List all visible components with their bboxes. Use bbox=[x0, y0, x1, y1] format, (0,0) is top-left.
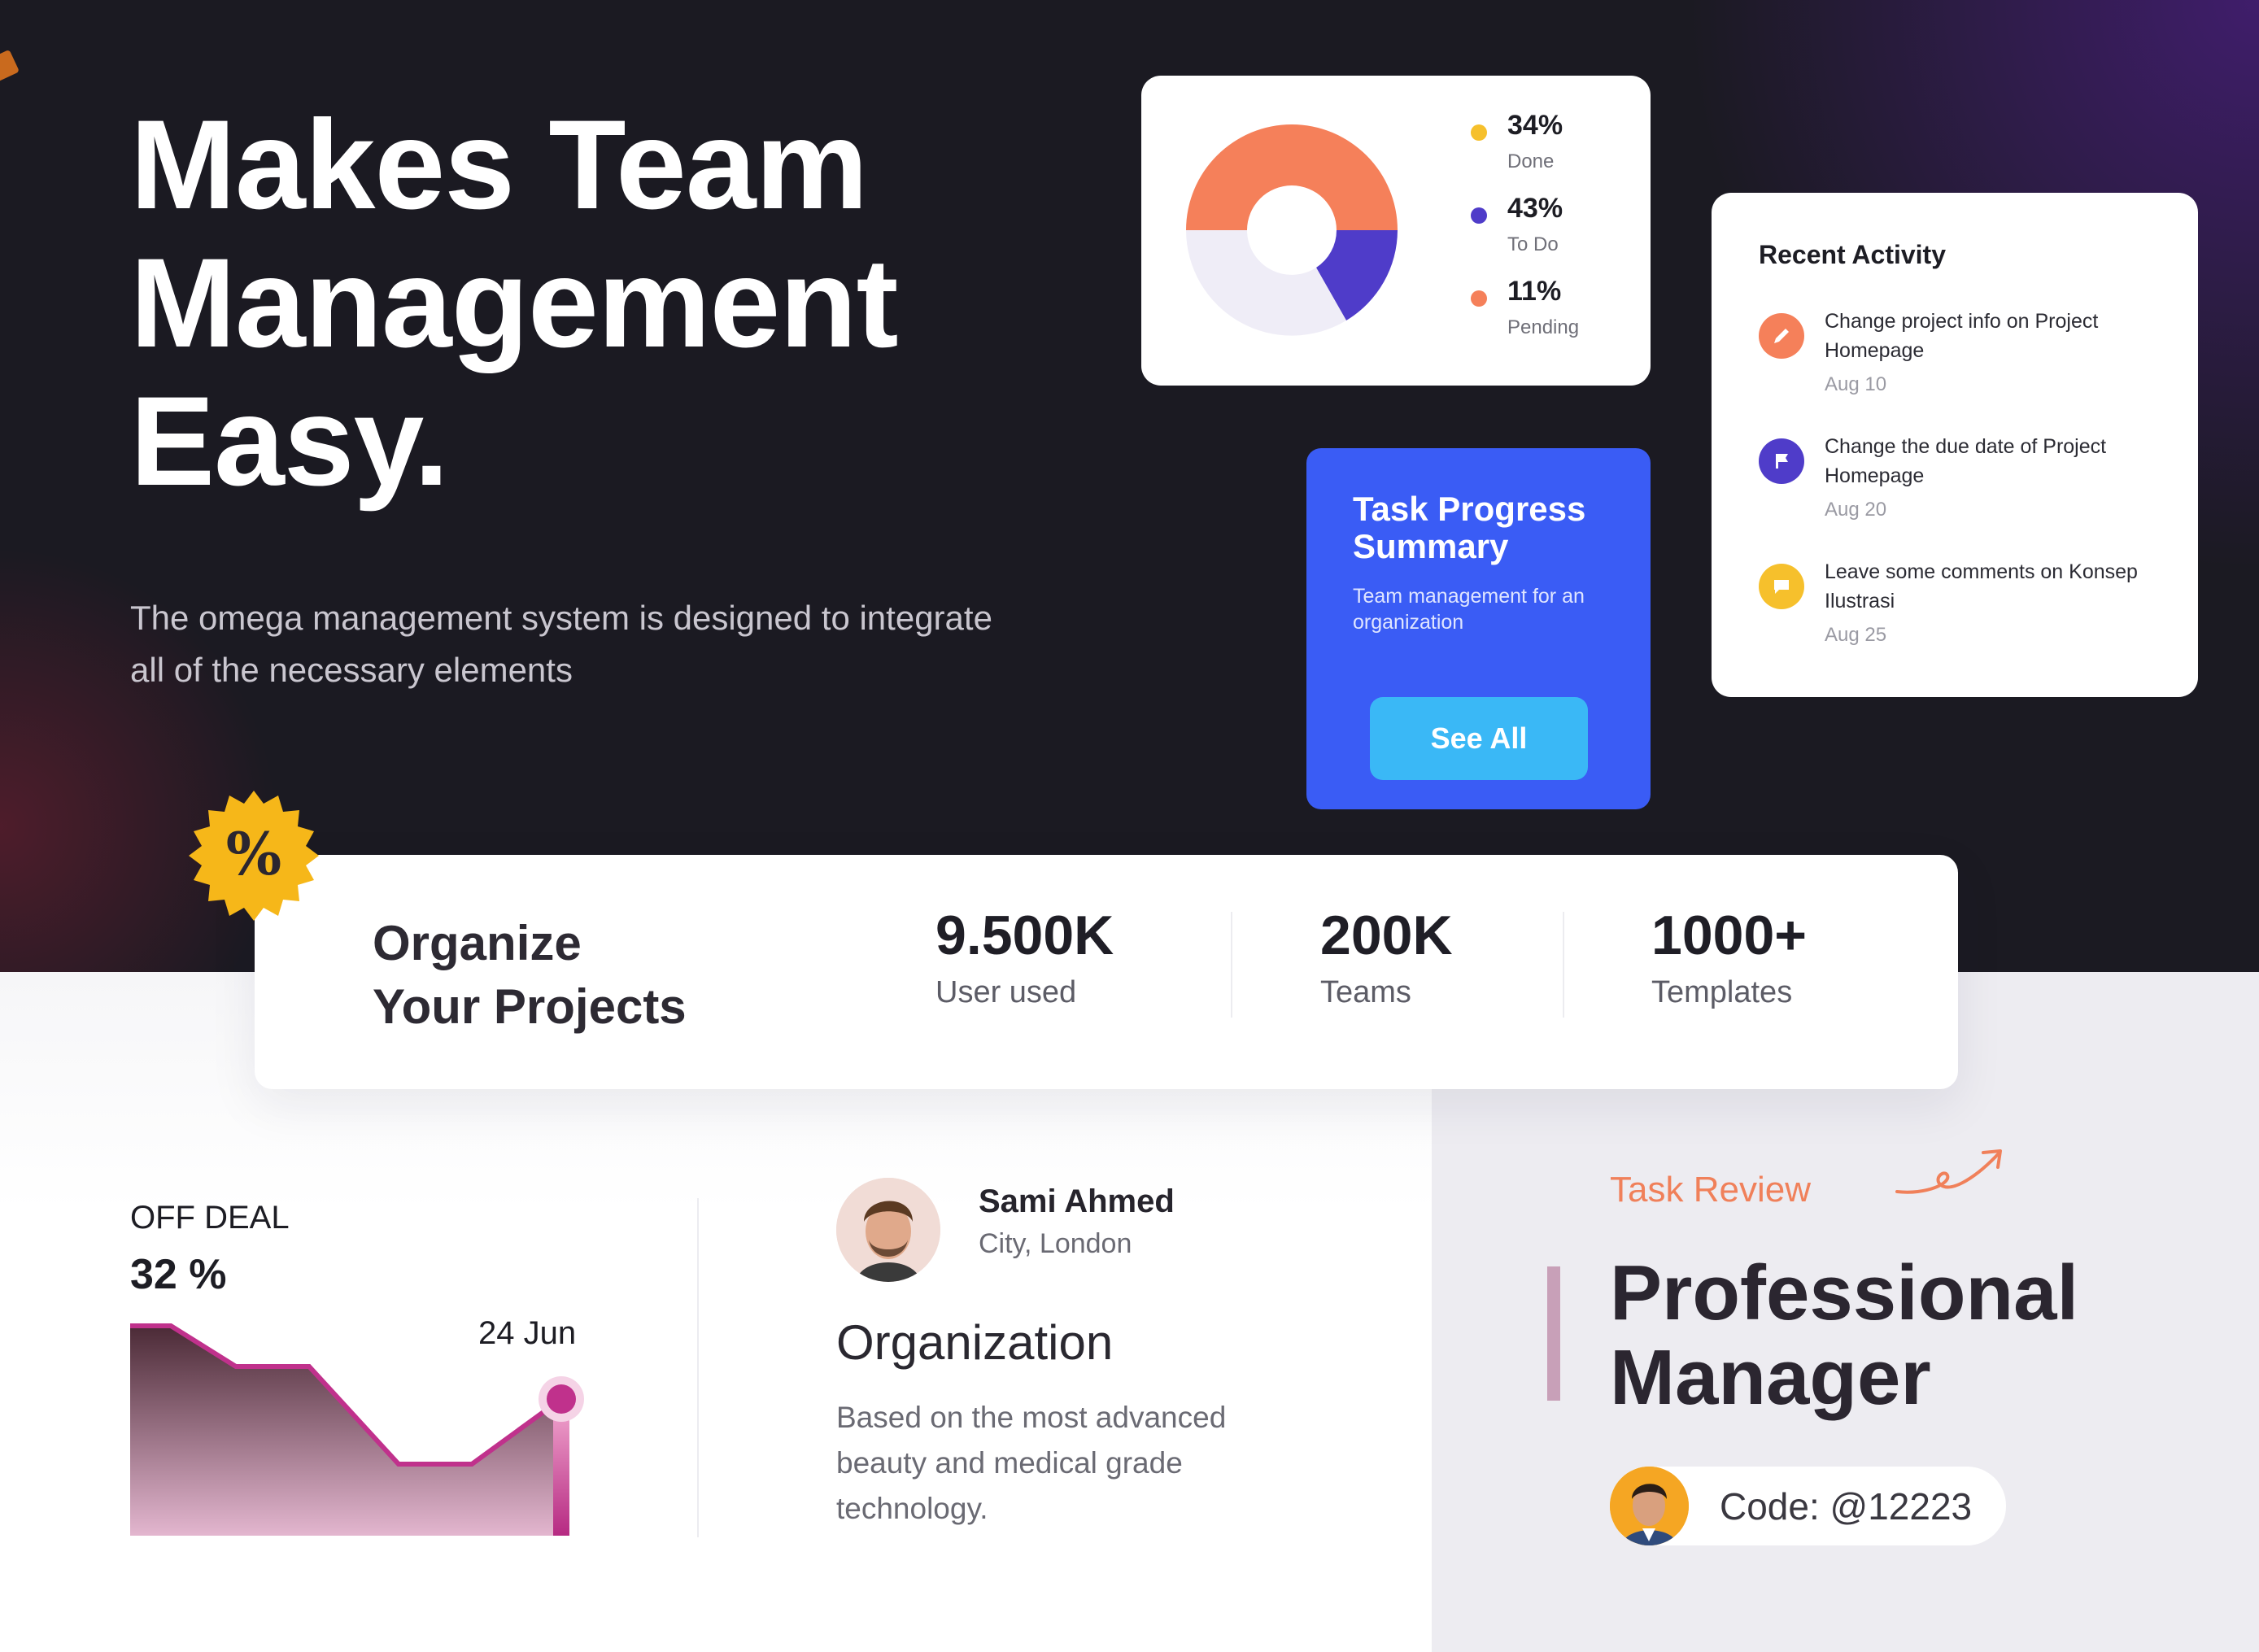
curved-arrow-icon bbox=[1895, 1149, 2002, 1194]
hero-title-line: Makes Team bbox=[130, 94, 868, 236]
activity-text: Leave some comments on Konsep Ilustrasi bbox=[1825, 560, 2138, 612]
legend-value: 11% bbox=[1507, 276, 1562, 307]
code-text: Code: @12223 bbox=[1720, 1485, 1973, 1528]
donut-slice-pending bbox=[1186, 124, 1398, 230]
task-progress-subtitle: Team management for an organization bbox=[1353, 585, 1585, 634]
off-deal-label: OFF DEAL bbox=[130, 1200, 290, 1236]
legend-label: Done bbox=[1507, 150, 1555, 172]
deal-area bbox=[130, 1326, 561, 1536]
legend-value: 34% bbox=[1507, 110, 1563, 141]
organization-title: Organization bbox=[836, 1315, 1114, 1370]
activity-date: Aug 25 bbox=[1825, 624, 1887, 646]
hero-title-line: Easy. bbox=[130, 371, 449, 512]
deal-marker-core bbox=[547, 1384, 576, 1414]
profile-name: Sami Ahmed bbox=[979, 1183, 1175, 1219]
legend-dot bbox=[1471, 124, 1487, 141]
recent-activity-card: Recent Activity Change project info on P… bbox=[1712, 193, 2198, 697]
donut-card: 34% Done 43% To Do 11% Pending bbox=[1141, 76, 1651, 386]
legend-value: 43% bbox=[1507, 193, 1563, 224]
stats-card: Organize Your Projects 9.500K User used … bbox=[255, 855, 1958, 1089]
pencil-icon bbox=[1759, 313, 1804, 359]
stat-value: 9.500K bbox=[935, 904, 1114, 966]
legend-label: To Do bbox=[1507, 233, 1559, 255]
task-progress-card: Task Progress Summary Team management fo… bbox=[1306, 448, 1651, 809]
avatar bbox=[1610, 1467, 1689, 1545]
stat-divider bbox=[1231, 912, 1232, 1018]
task-review-title-line: Professional bbox=[1610, 1249, 2079, 1336]
stat-users: 9.500K User used bbox=[935, 904, 1114, 1010]
hero-title-line: Management bbox=[130, 233, 899, 374]
see-all-button[interactable]: See All bbox=[1370, 697, 1588, 780]
stat-teams: 200K Teams bbox=[1320, 904, 1453, 1010]
legend-dot bbox=[1471, 207, 1487, 224]
task-review-title: Professional Manager bbox=[1610, 1251, 2078, 1420]
task-progress-title: Task Progress Summary bbox=[1353, 490, 1586, 565]
hero-title: Makes Team Management Easy. bbox=[130, 96, 1147, 511]
accent-bar bbox=[1547, 1266, 1560, 1401]
badge-symbol: % bbox=[226, 819, 281, 888]
activity-date: Aug 20 bbox=[1825, 499, 1887, 521]
donut-slice-rest bbox=[1186, 230, 1346, 336]
stats-heading: Organize Your Projects bbox=[373, 912, 687, 1039]
code-pill[interactable]: Code: @12223 bbox=[1610, 1467, 2006, 1545]
task-review-title-line: Manager bbox=[1610, 1334, 1931, 1421]
off-deal-value: 32 % bbox=[130, 1251, 227, 1298]
section-divider bbox=[697, 1198, 699, 1537]
activity-text: Change project info on Project Homepage bbox=[1825, 310, 2099, 362]
hero-description: The omega management system is designed … bbox=[130, 599, 992, 689]
stat-templates: 1000+ Templates bbox=[1651, 904, 1807, 1010]
page: Makes Team Management Easy. The omega ma… bbox=[0, 0, 2259, 1652]
stat-divider bbox=[1563, 912, 1564, 1018]
donut-chart bbox=[1186, 124, 1398, 336]
organization-description: Based on the most advanced beauty and me… bbox=[836, 1401, 1227, 1525]
deal-area-chart bbox=[130, 1323, 584, 1536]
activity-text: Change the due date of Project Homepage bbox=[1825, 435, 2107, 487]
profile-city: City, London bbox=[979, 1228, 1132, 1259]
activity-date: Aug 10 bbox=[1825, 373, 1887, 395]
percent-badge-icon: % bbox=[189, 791, 319, 921]
stats-heading-line: Your Projects bbox=[373, 979, 687, 1034]
avatar bbox=[836, 1178, 940, 1282]
legend-label: Pending bbox=[1507, 316, 1580, 338]
legend-dot bbox=[1471, 290, 1487, 307]
recent-activity-title: Recent Activity bbox=[1759, 240, 1946, 269]
comment-icon bbox=[1759, 564, 1804, 609]
stat-value: 1000+ bbox=[1651, 904, 1807, 966]
stat-label: User used bbox=[935, 975, 1077, 1009]
stat-label: Teams bbox=[1320, 975, 1411, 1009]
stat-value: 200K bbox=[1320, 904, 1453, 966]
task-review-label: Task Review bbox=[1610, 1170, 1811, 1210]
flag-icon bbox=[1759, 438, 1804, 484]
stat-label: Templates bbox=[1651, 975, 1793, 1009]
stats-heading-line: Organize bbox=[373, 916, 582, 970]
